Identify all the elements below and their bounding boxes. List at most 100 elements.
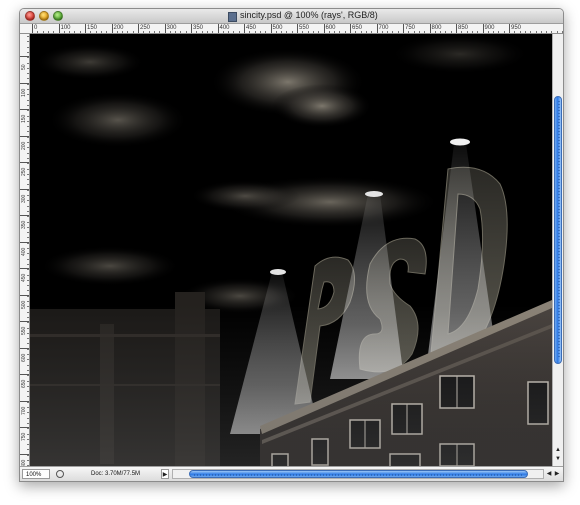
horizontal-ruler[interactable]: 0 100 150 200 250 300 350 400 450 500 550 600 650 700… bbox=[20, 24, 563, 34]
ruler-major-tick bbox=[20, 162, 29, 163]
window-title: sincity.psd @ 100% (rays', RGB/8) bbox=[240, 10, 378, 20]
ruler-major-tick bbox=[20, 427, 29, 428]
ruler-major-tick bbox=[20, 56, 29, 57]
scroll-up-button[interactable]: ▲ bbox=[553, 446, 563, 454]
ruler-major-tick bbox=[509, 24, 510, 33]
ruler-major-tick bbox=[111, 24, 113, 33]
vertical-scrollbar[interactable]: ▲ ▼ bbox=[552, 34, 563, 466]
status-bar: 100% Doc: 3.70M/77.5M ▶ ◀ ▶ bbox=[20, 466, 563, 481]
document-size-info: Doc: 3.70M/77.5M bbox=[91, 471, 141, 477]
ruler-major-tick bbox=[58, 24, 60, 33]
ruler-label: 300 bbox=[21, 194, 27, 203]
ruler-major-tick bbox=[20, 109, 29, 110]
ruler-major-tick bbox=[482, 24, 484, 33]
ruler-major-tick bbox=[297, 24, 298, 33]
ruler-major-tick bbox=[456, 24, 457, 33]
ruler-label: 800 bbox=[21, 459, 27, 466]
ruler-label: 200 bbox=[21, 141, 27, 150]
spotlight bbox=[365, 191, 383, 197]
ruler-major-tick bbox=[20, 321, 29, 322]
ruler-major-tick bbox=[244, 24, 245, 33]
scroll-down-button[interactable]: ▼ bbox=[553, 455, 563, 463]
ruler-major-tick bbox=[20, 241, 29, 243]
ruler-label: 400 bbox=[219, 25, 230, 31]
status-menu-button[interactable]: ▶ bbox=[161, 469, 169, 479]
ruler-major-tick bbox=[270, 24, 272, 33]
ruler-label: 500 bbox=[21, 300, 27, 309]
document-window: sincity.psd @ 100% (rays', RGB/8) 0 100 15… bbox=[19, 8, 564, 482]
ruler-label: 350 bbox=[193, 25, 204, 31]
ruler-label: 300 bbox=[166, 25, 177, 31]
ruler-label: 100 bbox=[21, 88, 27, 97]
ruler-major-tick bbox=[20, 294, 29, 296]
horizontal-scroll-thumb[interactable] bbox=[189, 470, 528, 478]
ruler-label: 450 bbox=[21, 273, 27, 282]
ruler-label: 550 bbox=[21, 326, 27, 335]
ruler-label: 850 bbox=[458, 25, 469, 31]
title-bar[interactable]: sincity.psd @ 100% (rays', RGB/8) bbox=[20, 9, 563, 24]
ruler-major-tick bbox=[20, 400, 29, 402]
ruler-label: 250 bbox=[140, 25, 151, 31]
psd-document-icon bbox=[228, 12, 237, 22]
ruler-label: 600 bbox=[21, 353, 27, 362]
ruler-label: 500 bbox=[272, 25, 283, 31]
ruler-label: 550 bbox=[299, 25, 310, 31]
ruler-major-tick bbox=[20, 453, 29, 455]
ruler-label: 0 bbox=[34, 25, 38, 31]
ruler-label: 750 bbox=[21, 432, 27, 441]
spotlight bbox=[270, 269, 286, 275]
cloud bbox=[48, 92, 188, 148]
ground-haze bbox=[30, 304, 552, 466]
ruler-major-tick bbox=[323, 24, 325, 33]
ruler-major-tick bbox=[20, 82, 29, 84]
ruler-label: 900 bbox=[484, 25, 495, 31]
cloud bbox=[35, 44, 145, 80]
ruler-label: 400 bbox=[21, 247, 27, 256]
ruler-label: 700 bbox=[378, 25, 389, 31]
navigator-icon[interactable] bbox=[56, 470, 64, 478]
vertical-scroll-thumb[interactable] bbox=[554, 96, 562, 364]
ruler-label: 200 bbox=[113, 25, 124, 31]
ruler-major-tick bbox=[350, 24, 351, 33]
cloud bbox=[40, 246, 180, 286]
zoom-window-button[interactable] bbox=[53, 11, 63, 21]
cloud bbox=[390, 34, 530, 74]
sincity-artwork bbox=[30, 34, 552, 466]
ruler-label: 450 bbox=[246, 25, 257, 31]
ruler-label: 650 bbox=[352, 25, 363, 31]
ruler-major-tick bbox=[85, 24, 86, 33]
ruler-label: 800 bbox=[431, 25, 442, 31]
ruler-major-tick bbox=[20, 135, 29, 137]
ruler-label: 950 bbox=[511, 25, 522, 31]
ruler-major-tick bbox=[376, 24, 378, 33]
scroll-right-button[interactable]: ▶ bbox=[552, 470, 562, 478]
ruler-label: 250 bbox=[21, 167, 27, 176]
ruler-major-tick bbox=[191, 24, 192, 33]
ruler-major-tick bbox=[138, 24, 139, 33]
ruler-label: 50 bbox=[21, 64, 27, 70]
ruler-label: 750 bbox=[405, 25, 416, 31]
ruler-major-tick bbox=[164, 24, 166, 33]
minimize-window-button[interactable] bbox=[39, 11, 49, 21]
ruler-label: 650 bbox=[21, 379, 27, 388]
close-window-button[interactable] bbox=[25, 11, 35, 21]
vertical-ruler[interactable]: 50 100 150 200 250 300 350 400 450 500 550 600 650 70… bbox=[20, 34, 30, 466]
ruler-label: 150 bbox=[87, 25, 98, 31]
horizontal-scrollbar[interactable] bbox=[172, 469, 544, 479]
ruler-major-tick bbox=[20, 347, 29, 349]
ruler-major-tick bbox=[20, 188, 29, 190]
ruler-major-tick bbox=[429, 24, 431, 33]
cloud bbox=[190, 180, 300, 212]
zoom-level-field[interactable]: 100% bbox=[22, 469, 50, 479]
spotlight bbox=[450, 138, 470, 146]
ruler-major-tick bbox=[217, 24, 219, 33]
ruler-label: 600 bbox=[325, 25, 336, 31]
cloud bbox=[272, 84, 372, 128]
image-canvas[interactable] bbox=[30, 34, 552, 466]
ruler-label: 100 bbox=[60, 25, 71, 31]
ruler-major-tick bbox=[403, 24, 404, 33]
ruler-label: 150 bbox=[21, 114, 27, 123]
ruler-major-tick bbox=[32, 24, 33, 33]
ruler-major-tick bbox=[20, 374, 29, 375]
ruler-major-tick bbox=[20, 268, 29, 269]
